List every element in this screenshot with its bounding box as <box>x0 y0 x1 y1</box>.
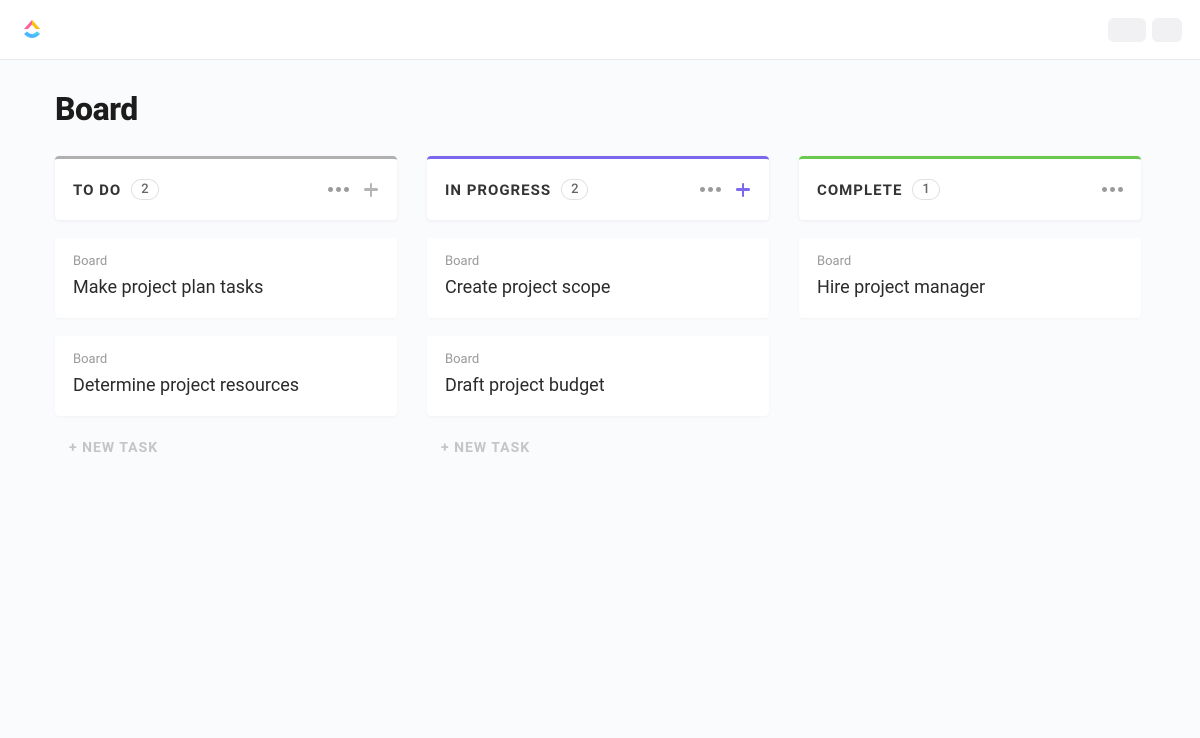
task-card[interactable]: Board Draft project budget <box>427 336 769 416</box>
column-complete: COMPLETE 1 Board Hire project manager <box>799 156 1141 462</box>
column-title: TO DO <box>73 181 121 199</box>
column-actions <box>700 182 751 198</box>
task-card[interactable]: Board Make project plan tasks <box>55 238 397 318</box>
count-badge: 1 <box>912 179 939 200</box>
column-title: IN PROGRESS <box>445 181 551 199</box>
column-title-wrap: COMPLETE 1 <box>817 179 940 200</box>
add-task-icon[interactable] <box>735 182 751 198</box>
task-card[interactable]: Board Create project scope <box>427 238 769 318</box>
more-icon[interactable] <box>328 187 349 192</box>
task-card[interactable]: Board Determine project resources <box>55 336 397 416</box>
task-category: Board <box>445 352 751 367</box>
more-icon[interactable] <box>1102 187 1123 192</box>
task-title: Make project plan tasks <box>73 277 379 298</box>
task-category: Board <box>817 254 1123 269</box>
task-category: Board <box>445 254 751 269</box>
task-card[interactable]: Board Hire project manager <box>799 238 1141 318</box>
column-title: COMPLETE <box>817 181 902 199</box>
new-task-button[interactable]: + NEW TASK <box>55 434 172 462</box>
new-task-button[interactable]: + NEW TASK <box>427 434 544 462</box>
add-task-icon[interactable] <box>363 182 379 198</box>
more-icon[interactable] <box>700 187 721 192</box>
task-category: Board <box>73 352 379 367</box>
column-title-wrap: TO DO 2 <box>73 179 159 200</box>
main-board-area: Board TO DO 2 Board Make project plan ta… <box>0 60 1200 738</box>
count-badge: 2 <box>561 179 588 200</box>
header-button-1[interactable] <box>1108 18 1146 42</box>
task-title: Create project scope <box>445 277 751 298</box>
column-actions <box>328 182 379 198</box>
task-title: Hire project manager <box>817 277 1123 298</box>
column-in-progress: IN PROGRESS 2 Board Create project scope… <box>427 156 769 462</box>
app-logo[interactable] <box>18 16 46 44</box>
column-actions <box>1102 187 1123 192</box>
task-title: Determine project resources <box>73 375 379 396</box>
task-category: Board <box>73 254 379 269</box>
column-todo: TO DO 2 Board Make project plan tasks Bo… <box>55 156 397 462</box>
column-header-complete: COMPLETE 1 <box>799 156 1141 220</box>
column-header-progress: IN PROGRESS 2 <box>427 156 769 220</box>
header-button-2[interactable] <box>1152 18 1182 42</box>
app-header <box>0 0 1200 60</box>
header-actions <box>1108 18 1182 42</box>
count-badge: 2 <box>131 179 158 200</box>
page-title: Board <box>55 90 1145 128</box>
board-columns: TO DO 2 Board Make project plan tasks Bo… <box>55 156 1145 462</box>
column-title-wrap: IN PROGRESS 2 <box>445 179 588 200</box>
column-header-todo: TO DO 2 <box>55 156 397 220</box>
task-title: Draft project budget <box>445 375 751 396</box>
